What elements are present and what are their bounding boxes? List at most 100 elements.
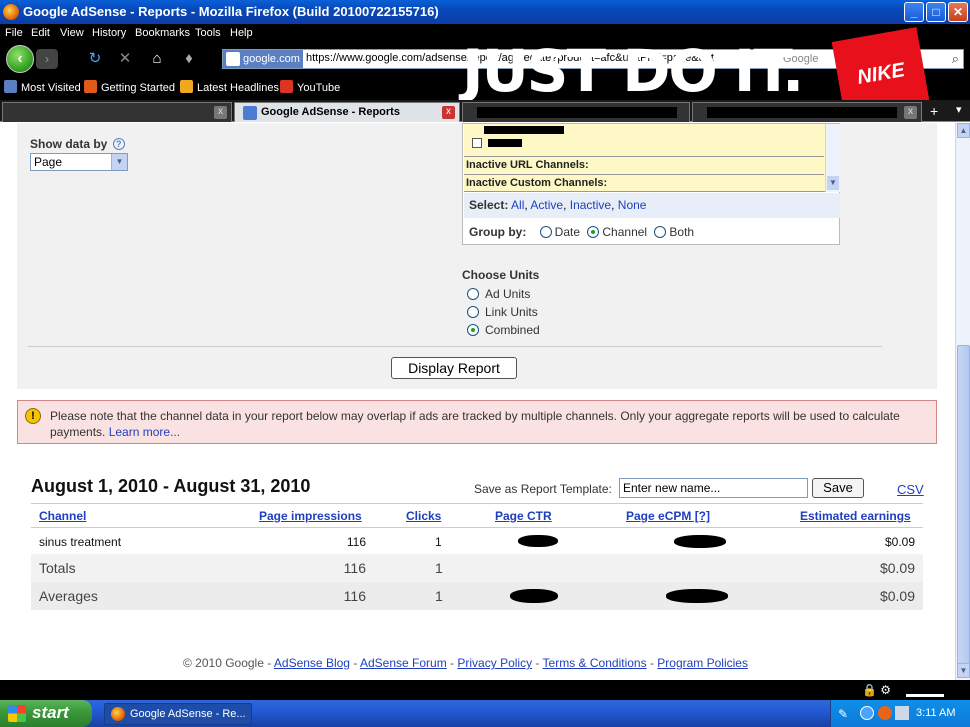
maximize-button[interactable]: □: [926, 2, 946, 22]
table-row: sinus treatment 116 1 $0.09: [31, 528, 923, 554]
footer-link-adsense-forum[interactable]: AdSense Forum: [360, 656, 447, 670]
bookmark-youtube[interactable]: YouTube: [280, 80, 340, 94]
group-by-both-radio[interactable]: [654, 226, 667, 238]
redaction: [674, 535, 726, 548]
column-channel[interactable]: Channel: [39, 509, 86, 523]
select-none-link[interactable]: None: [618, 198, 647, 212]
template-name-input[interactable]: Enter new name...: [619, 478, 808, 498]
tab-redacted[interactable]: x: [2, 102, 232, 122]
select-inactive-link[interactable]: Inactive: [570, 198, 611, 212]
network-icon[interactable]: [860, 706, 874, 720]
display-icon[interactable]: [895, 706, 909, 720]
tab-close-button[interactable]: x: [442, 106, 455, 119]
notice-text: Please note that the channel data in you…: [50, 408, 930, 440]
taskbar-item-label: Google AdSense - Re...: [130, 708, 246, 720]
footer-link-terms[interactable]: Terms & Conditions: [543, 656, 647, 670]
taskbar-item-firefox[interactable]: Google AdSense - Re...: [104, 703, 252, 725]
bookmark-getting-started[interactable]: Getting Started: [84, 80, 175, 94]
new-tab-button[interactable]: +: [930, 103, 938, 119]
google-favicon-icon: [243, 106, 257, 120]
footer-separator: -: [535, 656, 540, 670]
footer-link-program-policies[interactable]: Program Policies: [657, 656, 748, 670]
column-page-impressions[interactable]: Page impressions: [259, 509, 362, 523]
minimize-button[interactable]: _: [904, 2, 924, 22]
units-ad-radio[interactable]: [467, 288, 479, 300]
save-template-button[interactable]: Save: [812, 478, 864, 498]
chevron-down-icon[interactable]: ▼: [957, 663, 970, 678]
group-by-channel-radio[interactable]: [587, 226, 600, 238]
page-content: Show data by ? Page ▼ Inactive URL Chann…: [0, 123, 955, 680]
tab-list-button[interactable]: ▾: [956, 103, 962, 116]
averages-label: Averages: [39, 588, 98, 604]
group-by: Group by: Date Channel Both: [469, 225, 694, 239]
site-identity-button[interactable]: google.com: [223, 50, 303, 68]
chevron-down-icon[interactable]: ▼: [827, 176, 839, 190]
home-icon[interactable]: ⌂: [148, 50, 166, 68]
tab-close-button[interactable]: x: [904, 106, 917, 119]
chevron-up-icon[interactable]: ▲: [957, 123, 970, 138]
menu-file[interactable]: File: [5, 27, 23, 39]
help-icon[interactable]: ?: [112, 138, 125, 150]
menu-view[interactable]: View: [60, 27, 84, 39]
group-by-date-radio[interactable]: [539, 226, 552, 238]
show-data-by-select[interactable]: Page ▼: [30, 153, 128, 171]
bookmark-star-icon[interactable]: ♦: [180, 50, 198, 68]
menu-tools[interactable]: Tools: [195, 27, 221, 39]
start-button[interactable]: start: [0, 700, 92, 727]
system-clock: 3:11 AM: [916, 707, 956, 719]
page-scrollbar[interactable]: ▲ ▼: [955, 123, 970, 680]
firefox-icon: [84, 80, 97, 93]
channel-checkbox[interactable]: [472, 138, 482, 148]
search-icon[interactable]: ⌕: [952, 51, 959, 67]
units-combined-radio[interactable]: [467, 324, 479, 336]
back-button[interactable]: ‹: [6, 45, 34, 73]
menu-edit[interactable]: Edit: [31, 27, 50, 39]
tab-close-button[interactable]: x: [214, 106, 227, 119]
tab-redacted[interactable]: x: [692, 102, 922, 122]
menu-bookmarks[interactable]: Bookmarks: [135, 27, 190, 39]
display-report-button[interactable]: Display Report: [391, 357, 517, 379]
menu-help[interactable]: Help: [230, 27, 253, 39]
learn-more-link[interactable]: Learn more...: [109, 425, 180, 439]
averages-impressions: 116: [343, 588, 366, 604]
csv-export-link[interactable]: CSV: [897, 482, 924, 497]
tab-adsense-reports[interactable]: Google AdSense - Reports x: [234, 102, 460, 122]
menu-history[interactable]: History: [92, 27, 126, 39]
column-clicks[interactable]: Clicks: [406, 509, 441, 523]
forward-button[interactable]: ›: [36, 49, 58, 69]
select-value: Page: [34, 155, 63, 169]
window-titlebar[interactable]: Google AdSense - Reports - Mozilla Firef…: [0, 0, 970, 24]
radio-label: Both: [669, 225, 695, 239]
channel-group-inactive-url: Inactive URL Channels:: [466, 159, 589, 171]
copyright: © 2010 Google -: [183, 656, 272, 670]
reload-icon[interactable]: ↻: [86, 50, 104, 68]
footer-link-privacy-policy[interactable]: Privacy Policy: [457, 656, 532, 670]
bookmark-latest-headlines[interactable]: Latest Headlines: [180, 80, 279, 94]
channel-list-scrollbar[interactable]: ▼: [825, 124, 840, 192]
column-page-ctr[interactable]: Page CTR: [495, 509, 552, 523]
security-icon[interactable]: [878, 706, 892, 720]
channel-list[interactable]: Inactive URL Channels: Inactive Custom C…: [464, 124, 840, 192]
column-page-ecpm[interactable]: Page eCPM [?]: [626, 509, 710, 523]
column-estimated-earnings[interactable]: Estimated earnings: [800, 509, 911, 523]
rss-icon: [180, 80, 193, 93]
bookmark-label: YouTube: [297, 82, 341, 94]
stop-icon[interactable]: ✕: [116, 50, 134, 68]
tab-redacted[interactable]: [462, 102, 690, 122]
chevron-down-icon[interactable]: ▼: [111, 154, 127, 170]
show-data-by-label: Show data by ?: [30, 137, 125, 151]
select-all-link[interactable]: All: [511, 198, 524, 212]
close-button[interactable]: ✕: [948, 2, 968, 22]
status-bar-icons: 🔒 ⚙: [862, 683, 892, 697]
pen-icon[interactable]: ✎: [838, 707, 848, 721]
scrollbar-thumb[interactable]: [957, 345, 970, 669]
channel-group-inactive-custom: Inactive Custom Channels:: [466, 177, 608, 189]
radio-label: Date: [554, 225, 581, 239]
bookmark-most-visited[interactable]: Most Visited: [4, 80, 81, 94]
footer-link-adsense-blog[interactable]: AdSense Blog: [274, 656, 350, 670]
table-row-averages: Averages 116 1 $0.09: [31, 582, 923, 610]
totals-earnings: $0.09: [879, 560, 915, 576]
units-link-radio[interactable]: [467, 306, 479, 318]
select-active-link[interactable]: Active: [530, 198, 563, 212]
table-row-totals: Totals 116 1 $0.09: [31, 554, 923, 582]
